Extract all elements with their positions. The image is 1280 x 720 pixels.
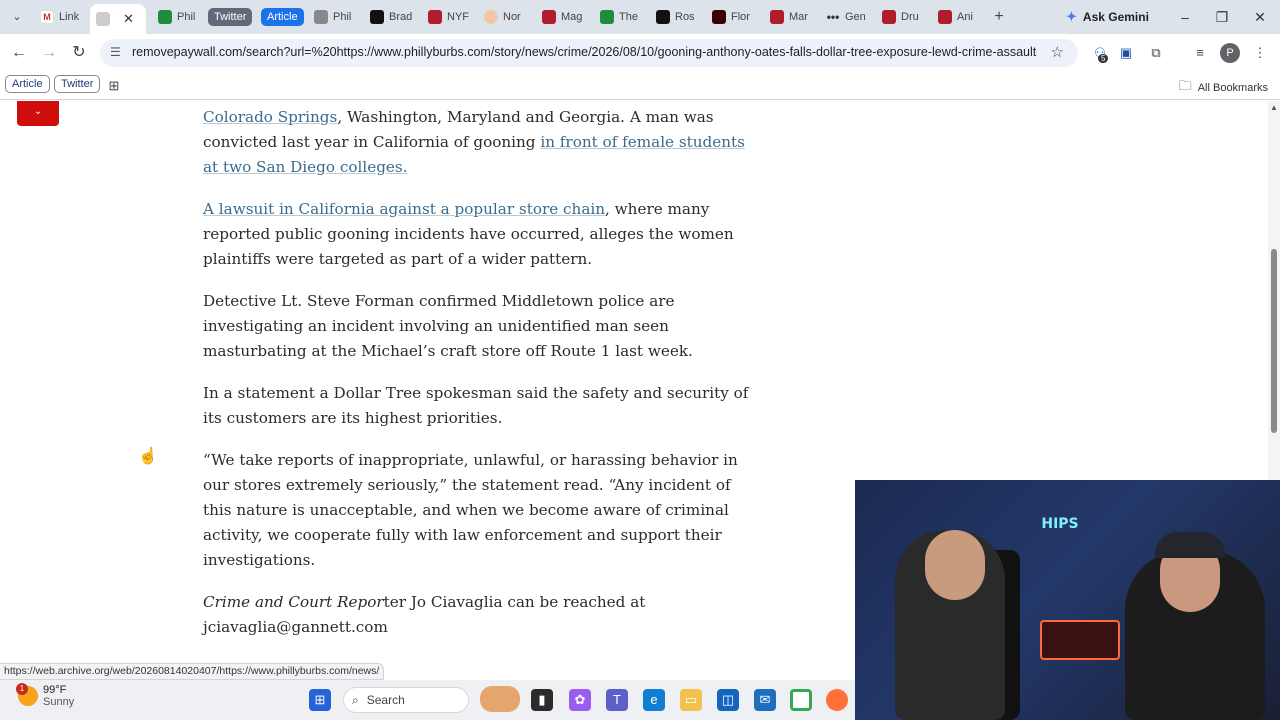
x-icon bbox=[656, 10, 670, 24]
teams-icon[interactable]: T bbox=[606, 689, 628, 711]
tab-search-chevron-icon[interactable]: ⌄ bbox=[6, 6, 28, 28]
gmail-icon: M bbox=[40, 10, 54, 24]
terminal-icon[interactable]: ▮ bbox=[531, 689, 553, 711]
tab-gen[interactable]: ••• Gen bbox=[820, 4, 872, 30]
minimize-icon[interactable]: – bbox=[1170, 6, 1200, 28]
webcam-overlay: HIPS bbox=[855, 480, 1280, 720]
neon-sign: HIPS bbox=[1041, 516, 1079, 532]
new-tab-icon[interactable]: + bbox=[988, 6, 1010, 28]
temperature: 99°F bbox=[43, 684, 67, 696]
tab-ros[interactable]: Ros bbox=[650, 4, 700, 30]
sheets-icon bbox=[600, 10, 614, 24]
folder-icon: 🗀 bbox=[1178, 78, 1192, 93]
gemini-sparkle-icon: ✦ bbox=[1066, 9, 1077, 24]
loading-icon bbox=[96, 12, 110, 26]
puzzle-extensions-icon[interactable]: ⧉ bbox=[1146, 43, 1166, 63]
bookmarks-bar: Article Twitter ⊞ 🗀 All Bookmarks bbox=[0, 72, 1280, 100]
store-icon[interactable]: ◫ bbox=[717, 689, 739, 711]
close-window-icon[interactable]: ✕ bbox=[1245, 6, 1275, 28]
windows-start-icon[interactable]: ⊞ bbox=[309, 689, 331, 711]
bookmark-twitter[interactable]: Twitter bbox=[54, 75, 101, 93]
all-bookmarks-button[interactable]: 🗀 All Bookmarks bbox=[1179, 77, 1268, 99]
forward-icon[interactable]: → bbox=[38, 42, 60, 64]
address-bar[interactable]: ☰ removepaywall.com/search?url=%20https:… bbox=[100, 39, 1078, 67]
file-explorer-icon[interactable]: ▭ bbox=[680, 689, 702, 711]
bookmark-star-icon[interactable]: ☆ bbox=[1051, 43, 1064, 61]
article-icon bbox=[938, 10, 952, 24]
tab-group-article[interactable]: Article bbox=[261, 8, 304, 26]
led-display bbox=[1040, 620, 1120, 660]
link-colorado-springs[interactable]: Colorado Springs bbox=[203, 108, 337, 126]
firefox-icon[interactable] bbox=[826, 689, 848, 711]
search-icon: ⌕ bbox=[352, 692, 359, 707]
tab-the[interactable]: The bbox=[594, 4, 644, 30]
article-paragraph: A lawsuit in California against a popula… bbox=[203, 200, 734, 268]
sun-icon: 1 bbox=[16, 683, 38, 706]
chrome-icon[interactable] bbox=[790, 689, 812, 711]
collapse-chevron-button[interactable]: ⌄ bbox=[17, 101, 59, 126]
hand-cursor-icon: ☝ bbox=[138, 448, 158, 465]
back-icon[interactable]: ← bbox=[8, 42, 30, 64]
sheets-icon bbox=[158, 10, 172, 24]
tab-phil-2[interactable]: Phil bbox=[308, 4, 358, 30]
article-paragraph: In a statement a Dollar Tree spokesman s… bbox=[203, 384, 749, 427]
ask-gemini-button[interactable]: ✦ Ask Gemini bbox=[1066, 6, 1149, 28]
readwise-icon[interactable]: ▣ bbox=[1116, 43, 1136, 63]
article-icon bbox=[428, 10, 442, 24]
tab-ani[interactable]: Ani bbox=[932, 4, 982, 30]
status-bar-url: https://web.archive.org/web/202608140204… bbox=[0, 663, 385, 680]
notification-badge: 1 bbox=[16, 683, 28, 695]
taskbar-search[interactable]: ⌕ Search bbox=[343, 687, 469, 713]
article-paragraph: Detective Lt. Steve Forman confirmed Mid… bbox=[203, 292, 693, 360]
article-icon bbox=[542, 10, 556, 24]
tab-phil-1[interactable]: Phil bbox=[152, 4, 198, 30]
tab-group-twitter[interactable]: Twitter bbox=[208, 8, 253, 26]
weather-widget[interactable]: 1 99°F Sunny bbox=[16, 683, 75, 708]
menu-icon[interactable]: ⋮ bbox=[1250, 43, 1270, 63]
media-controls-icon[interactable]: ≡ bbox=[1190, 43, 1210, 63]
article-icon bbox=[882, 10, 896, 24]
tab-flor[interactable]: Flor bbox=[706, 4, 758, 30]
x-icon bbox=[370, 10, 384, 24]
article-paragraph: Colorado Springs, Washington, Maryland a… bbox=[203, 108, 745, 176]
article-body: Colorado Springs, Washington, Maryland a… bbox=[203, 105, 763, 657]
tab-mag[interactable]: Mag bbox=[536, 4, 586, 30]
bookmark-article[interactable]: Article bbox=[5, 75, 50, 93]
tab-brad[interactable]: Brad bbox=[364, 4, 414, 30]
close-tab-icon[interactable]: ✕ bbox=[123, 11, 134, 27]
link-lawsuit[interactable]: A lawsuit in California against a popula… bbox=[203, 200, 605, 218]
mail-icon[interactable]: ✉ bbox=[754, 689, 776, 711]
taskbar: 1 99°F Sunny ⊞ ⌕ Search ▮ ✿ T e ▭ ◫ ✉ bbox=[0, 680, 855, 720]
dark-icon bbox=[712, 10, 726, 24]
browser-toolbar: ← → ↻ ☰ removepaywall.com/search?url=%20… bbox=[0, 34, 1280, 72]
tab-dru[interactable]: Dru bbox=[876, 4, 926, 30]
restore-icon[interactable]: ❐ bbox=[1207, 6, 1237, 28]
article-paragraph: “We take reports of inappropriate, unlaw… bbox=[203, 451, 738, 569]
copilot-icon[interactable]: ✿ bbox=[569, 689, 591, 711]
tab-active[interactable]: ✕ bbox=[90, 4, 146, 34]
search-highlight-icon[interactable] bbox=[480, 686, 520, 712]
host-left-head bbox=[925, 530, 985, 600]
tab-nyf[interactable]: NYF bbox=[422, 4, 472, 30]
reload-icon[interactable]: ↻ bbox=[68, 42, 90, 64]
scrollbar-thumb[interactable] bbox=[1271, 249, 1277, 433]
globe-icon bbox=[314, 10, 328, 24]
tab-strip: ⌄ M Link ✕ Phil Twitter Article Phil Bra… bbox=[0, 0, 1280, 34]
article-icon bbox=[770, 10, 784, 24]
site-info-icon[interactable]: ☰ bbox=[110, 45, 121, 59]
edge-icon[interactable]: e bbox=[643, 689, 665, 711]
chevron-down-icon: ⌄ bbox=[33, 106, 43, 117]
author-contact: Crime and Court Reporter Jo Ciavaglia ca… bbox=[203, 593, 646, 636]
host-right-hat bbox=[1155, 532, 1225, 558]
apps-grid-icon[interactable]: ⊞ bbox=[104, 76, 124, 96]
weather-condition: Sunny bbox=[43, 696, 75, 708]
tab-mar[interactable]: Mar bbox=[764, 4, 814, 30]
profile-avatar[interactable]: P bbox=[1220, 43, 1240, 63]
url-text[interactable]: removepaywall.com/search?url=%20https://… bbox=[132, 45, 1037, 59]
scroll-up-icon[interactable]: ▲ bbox=[1270, 103, 1278, 112]
tab-nor[interactable]: Nor bbox=[478, 4, 528, 30]
tab-link[interactable]: M Link bbox=[34, 4, 86, 30]
loading-icon bbox=[484, 10, 498, 24]
dots-icon: ••• bbox=[826, 10, 840, 24]
